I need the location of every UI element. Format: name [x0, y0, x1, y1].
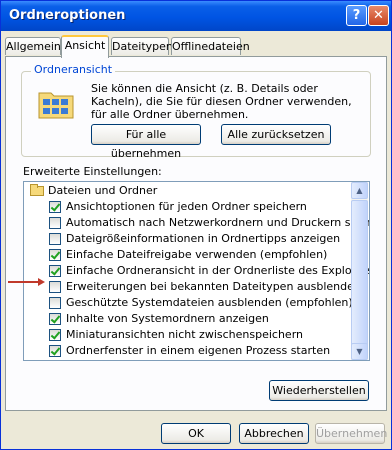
setting-label: Dateigrößeinformationen in Ordnertipps a…	[66, 232, 341, 245]
apply-button[interactable]: Übernehmen	[315, 423, 387, 444]
restore-defaults-button[interactable]: Wiederherstellen	[269, 380, 369, 401]
advanced-settings-label: Erweiterte Einstellungen:	[23, 165, 162, 178]
setting-label: Inhalte von Systemordnern anzeigen	[66, 312, 269, 325]
setting-checkbox[interactable]	[49, 281, 61, 293]
setting-checkbox[interactable]	[49, 217, 61, 229]
tab-offlinedateien[interactable]: Offlinedateien	[171, 37, 250, 55]
setting-label: Automatisch nach Netzwerkordnern und Dru…	[66, 216, 370, 229]
setting-label: Einfache Ordneransicht in der Ordnerlist…	[66, 264, 370, 277]
scroll-thumb[interactable]	[351, 200, 368, 350]
setting-checkbox[interactable]	[49, 345, 61, 357]
folder-view-icon	[38, 92, 74, 119]
close-button[interactable]: ✕	[368, 5, 389, 26]
setting-checkbox[interactable]	[49, 201, 61, 213]
tab-allgemein[interactable]: Allgemein	[5, 37, 61, 55]
setting-label: Miniaturansichten nicht zwischenspeicher…	[66, 328, 303, 341]
list-category-files-folders: Dateien und Ordner	[24, 183, 364, 199]
setting-label: Einfache Dateifreigabe verwenden (empfoh…	[66, 248, 328, 261]
folder-view-description: Sie können die Ansicht (z. B. Details od…	[91, 82, 352, 121]
setting-label: Ansichtoptionen für jeden Ordner speiche…	[66, 200, 307, 213]
cancel-button[interactable]: Abbrechen	[239, 423, 309, 444]
setting-row[interactable]: Geschützte Systemdateien ausblenden (emp…	[24, 295, 364, 311]
setting-checkbox[interactable]	[49, 329, 61, 341]
setting-checkbox[interactable]	[49, 313, 61, 325]
setting-row[interactable]: Dateigrößeinformationen in Ordnertipps a…	[24, 231, 364, 247]
setting-row[interactable]: Ansichtoptionen für jeden Ordner speiche…	[24, 199, 364, 215]
title-bar[interactable]: Ordneroptionen ? ✕	[1, 1, 391, 31]
setting-checkbox[interactable]	[49, 265, 61, 277]
tab-dateitypen[interactable]: Dateitypen	[111, 37, 173, 55]
setting-row[interactable]: Automatisch nach Netzwerkordnern und Dru…	[24, 215, 369, 231]
ok-button[interactable]: OK	[161, 423, 231, 444]
setting-checkbox[interactable]	[49, 249, 61, 261]
setting-row[interactable]: Miniaturansichten nicht zwischenspeicher…	[24, 327, 364, 343]
setting-row[interactable]: Einfache Dateifreigabe verwenden (empfoh…	[24, 247, 364, 263]
scroll-up-icon[interactable]: ▲	[351, 182, 368, 199]
apply-to-all-folders-button[interactable]: Für alle übernehmen	[91, 124, 201, 160]
setting-row[interactable]: Ordnerfenster in einem eigenen Prozess s…	[24, 343, 364, 359]
setting-row[interactable]: Einfache Ordneransicht in der Ordnerlist…	[24, 263, 369, 279]
annotation-arrow-icon	[8, 278, 45, 286]
reset-all-folders-button[interactable]: Alle zurücksetzen	[221, 124, 331, 145]
setting-label: Ordnerfenster in einem eigenen Prozess s…	[66, 344, 331, 357]
setting-row[interactable]: Erweiterungen bei bekannten Dateitypen a…	[24, 279, 364, 295]
setting-label: Erweiterungen bei bekannten Dateitypen a…	[66, 280, 361, 293]
advanced-settings-list[interactable]: Dateien und Ordner Ansichtoptionen für j…	[23, 181, 370, 361]
setting-checkbox[interactable]	[49, 297, 61, 309]
folder-icon	[30, 184, 44, 196]
vertical-scrollbar[interactable]: ▲ ▼	[351, 182, 368, 360]
folder-view-group-label: Ordneransicht	[31, 63, 116, 76]
setting-label: Geschützte Systemdateien ausblenden (emp…	[66, 296, 353, 309]
setting-checkbox[interactable]	[49, 233, 61, 245]
category-label: Dateien und Ordner	[48, 184, 158, 197]
tab-ansicht[interactable]: Ansicht	[61, 35, 109, 58]
setting-row[interactable]: Inhalte von Systemordnern anzeigen	[24, 311, 364, 327]
scroll-down-icon[interactable]: ▼	[351, 343, 368, 360]
help-button[interactable]: ?	[346, 5, 367, 26]
window-title: Ordneroptionen	[9, 8, 126, 23]
folder-options-dialog: Ordneroptionen ? ✕ Allgemein Ansicht Dat…	[0, 0, 392, 450]
